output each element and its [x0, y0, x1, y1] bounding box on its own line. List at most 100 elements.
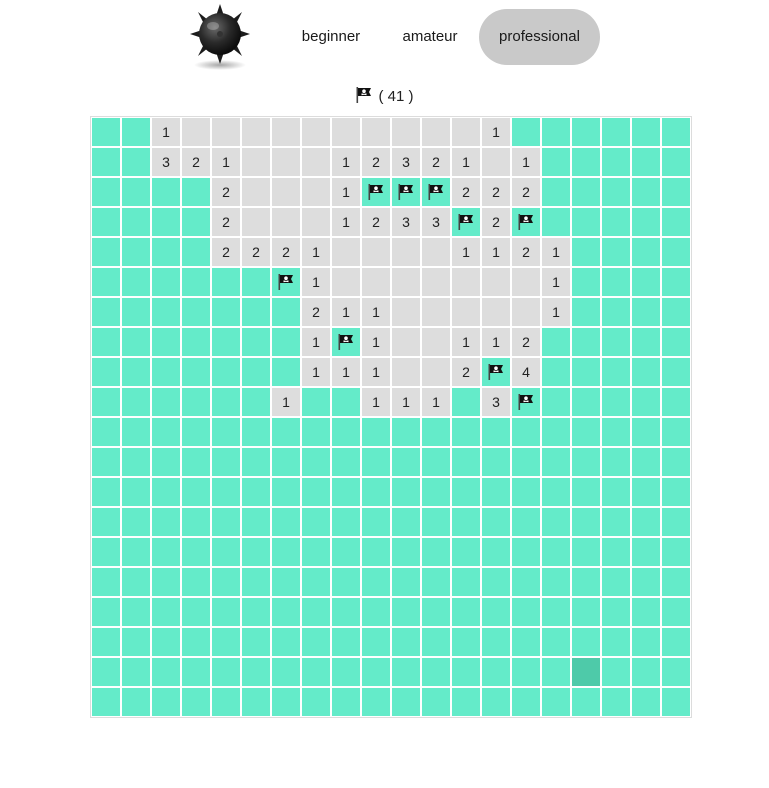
cell-r7-c18[interactable]: [602, 298, 630, 326]
cell-r18-c10[interactable]: [362, 628, 390, 656]
cell-r13-c2[interactable]: [122, 478, 150, 506]
cell-r10-c9[interactable]: [332, 388, 360, 416]
cell-r10-c8[interactable]: [302, 388, 330, 416]
cell-r11-c11[interactable]: [392, 418, 420, 446]
cell-r14-c4[interactable]: [182, 508, 210, 536]
cell-r19-c1[interactable]: [92, 658, 120, 686]
cell-r8-c18[interactable]: [602, 328, 630, 356]
cell-r12-c8[interactable]: [302, 448, 330, 476]
cell-r4-c17[interactable]: [572, 208, 600, 236]
cell-r16-c8[interactable]: [302, 568, 330, 596]
cell-r14-c15[interactable]: [512, 508, 540, 536]
cell-r14-c2[interactable]: [122, 508, 150, 536]
cell-r14-c13[interactable]: [452, 508, 480, 536]
cell-r16-c17[interactable]: [572, 568, 600, 596]
cell-r8-c17[interactable]: [572, 328, 600, 356]
cell-r16-c18[interactable]: [602, 568, 630, 596]
cell-r15-c9[interactable]: [332, 538, 360, 566]
cell-r12-c4[interactable]: [182, 448, 210, 476]
cell-r12-c15[interactable]: [512, 448, 540, 476]
cell-r2-c16[interactable]: [542, 148, 570, 176]
cell-r19-c8[interactable]: [302, 658, 330, 686]
cell-r6-c6[interactable]: [242, 268, 270, 296]
cell-r16-c20[interactable]: [662, 568, 690, 596]
cell-r11-c2[interactable]: [122, 418, 150, 446]
cell-r17-c17[interactable]: [572, 598, 600, 626]
cell-r20-c17[interactable]: [572, 688, 600, 716]
cell-r15-c3[interactable]: [152, 538, 180, 566]
cell-r15-c4[interactable]: [182, 538, 210, 566]
cell-r2-c17[interactable]: [572, 148, 600, 176]
cell-r7-c4[interactable]: [182, 298, 210, 326]
cell-r10-c17[interactable]: [572, 388, 600, 416]
cell-r8-c20[interactable]: [662, 328, 690, 356]
cell-r13-c10[interactable]: [362, 478, 390, 506]
cell-r16-c1[interactable]: [92, 568, 120, 596]
cell-r3-c18[interactable]: [602, 178, 630, 206]
cell-r17-c20[interactable]: [662, 598, 690, 626]
cell-r14-c16[interactable]: [542, 508, 570, 536]
cell-r13-c13[interactable]: [452, 478, 480, 506]
cell-r11-c16[interactable]: [542, 418, 570, 446]
cell-r17-c3[interactable]: [152, 598, 180, 626]
cell-r11-c3[interactable]: [152, 418, 180, 446]
cell-r10-c1[interactable]: [92, 388, 120, 416]
cell-r19-c5[interactable]: [212, 658, 240, 686]
cell-r9-c1[interactable]: [92, 358, 120, 386]
cell-r18-c20[interactable]: [662, 628, 690, 656]
cell-r11-c10[interactable]: [362, 418, 390, 446]
cell-r8-c9[interactable]: [332, 328, 360, 356]
cell-r3-c4[interactable]: [182, 178, 210, 206]
cell-r10-c3[interactable]: [152, 388, 180, 416]
cell-r6-c3[interactable]: [152, 268, 180, 296]
cell-r12-c13[interactable]: [452, 448, 480, 476]
cell-r13-c18[interactable]: [602, 478, 630, 506]
cell-r17-c13[interactable]: [452, 598, 480, 626]
cell-r20-c11[interactable]: [392, 688, 420, 716]
cell-r16-c10[interactable]: [362, 568, 390, 596]
cell-r9-c7[interactable]: [272, 358, 300, 386]
cell-r5-c19[interactable]: [632, 238, 660, 266]
cell-r8-c6[interactable]: [242, 328, 270, 356]
cell-r1-c15[interactable]: [512, 118, 540, 146]
cell-r11-c6[interactable]: [242, 418, 270, 446]
cell-r3-c3[interactable]: [152, 178, 180, 206]
cell-r16-c13[interactable]: [452, 568, 480, 596]
cell-r18-c4[interactable]: [182, 628, 210, 656]
cell-r3-c19[interactable]: [632, 178, 660, 206]
cell-r7-c3[interactable]: [152, 298, 180, 326]
cell-r14-c10[interactable]: [362, 508, 390, 536]
cell-r15-c1[interactable]: [92, 538, 120, 566]
cell-r12-c2[interactable]: [122, 448, 150, 476]
cell-r6-c19[interactable]: [632, 268, 660, 296]
cell-r2-c18[interactable]: [602, 148, 630, 176]
cell-r16-c12[interactable]: [422, 568, 450, 596]
cell-r13-c8[interactable]: [302, 478, 330, 506]
cell-r17-c5[interactable]: [212, 598, 240, 626]
cell-r16-c14[interactable]: [482, 568, 510, 596]
cell-r15-c17[interactable]: [572, 538, 600, 566]
cell-r20-c13[interactable]: [452, 688, 480, 716]
cell-r18-c7[interactable]: [272, 628, 300, 656]
cell-r20-c9[interactable]: [332, 688, 360, 716]
cell-r3-c11[interactable]: [392, 178, 420, 206]
cell-r18-c18[interactable]: [602, 628, 630, 656]
cell-r10-c19[interactable]: [632, 388, 660, 416]
cell-r15-c11[interactable]: [392, 538, 420, 566]
cell-r4-c16[interactable]: [542, 208, 570, 236]
cell-r11-c17[interactable]: [572, 418, 600, 446]
cell-r15-c15[interactable]: [512, 538, 540, 566]
cell-r15-c14[interactable]: [482, 538, 510, 566]
cell-r15-c19[interactable]: [632, 538, 660, 566]
cell-r12-c9[interactable]: [332, 448, 360, 476]
cell-r15-c6[interactable]: [242, 538, 270, 566]
cell-r12-c5[interactable]: [212, 448, 240, 476]
cell-r18-c14[interactable]: [482, 628, 510, 656]
cell-r16-c2[interactable]: [122, 568, 150, 596]
cell-r12-c18[interactable]: [602, 448, 630, 476]
cell-r6-c18[interactable]: [602, 268, 630, 296]
cell-r16-c7[interactable]: [272, 568, 300, 596]
cell-r14-c3[interactable]: [152, 508, 180, 536]
cell-r3-c20[interactable]: [662, 178, 690, 206]
cell-r19-c11[interactable]: [392, 658, 420, 686]
